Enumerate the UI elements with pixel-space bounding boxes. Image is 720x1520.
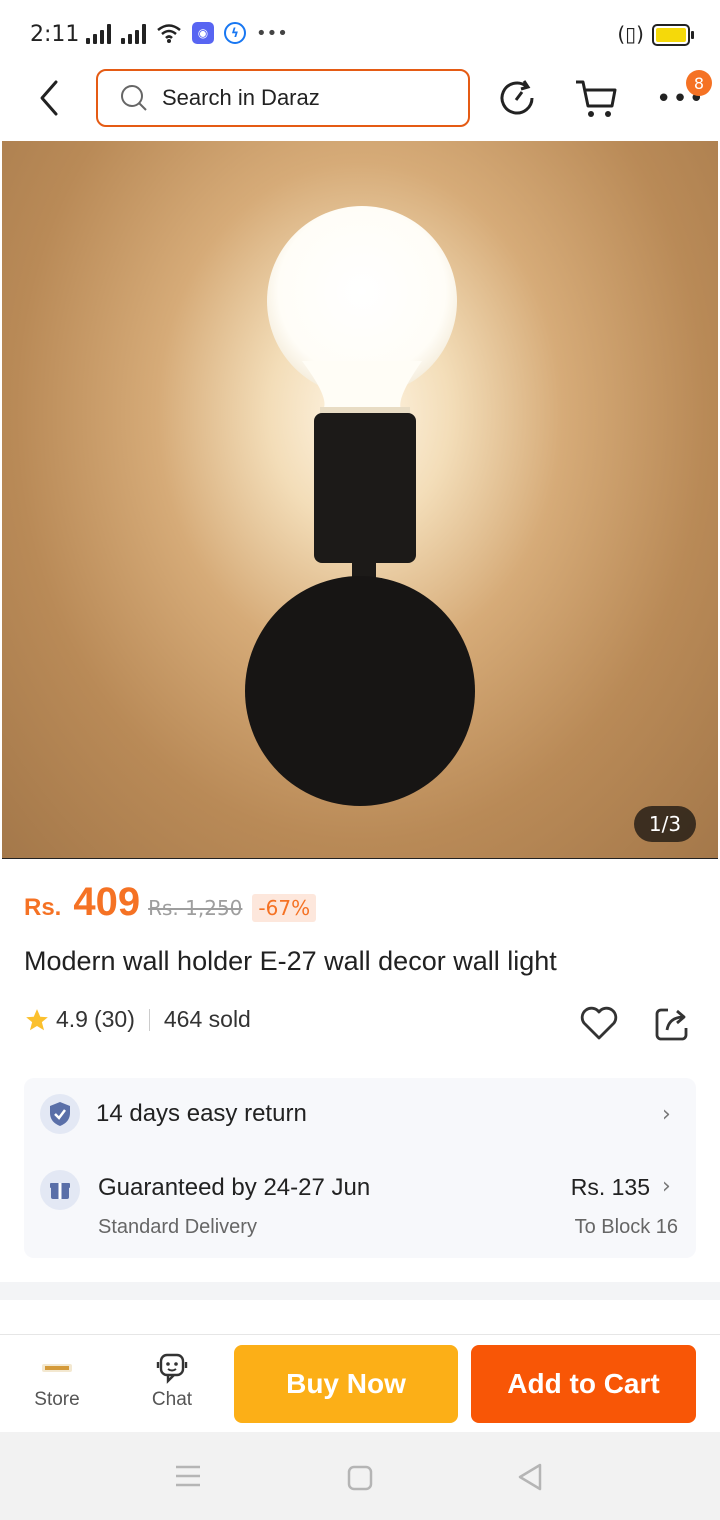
header: Search in Daraz ••• 8 xyxy=(0,64,720,140)
chat-icon xyxy=(132,1351,212,1385)
price-currency: Rs. xyxy=(24,894,62,921)
store-label: Store xyxy=(34,1389,80,1410)
signal-icon xyxy=(86,22,111,44)
search-placeholder: Search in Daraz xyxy=(162,85,320,110)
add-to-cart-button[interactable]: Add to Cart xyxy=(471,1345,696,1423)
history-icon[interactable] xyxy=(496,76,540,120)
cart-badge: 8 xyxy=(686,70,712,96)
more-notifications-icon: ••• xyxy=(256,22,288,44)
store-icon xyxy=(17,1351,97,1385)
discord-icon: ◉ xyxy=(192,22,214,44)
price-row: Rs. 409 Rs. 1,250 -67% xyxy=(24,880,317,925)
chevron-right-icon: › xyxy=(662,1174,671,1199)
status-icons: ◉ ϟ ••• xyxy=(86,22,288,44)
chat-label: Chat xyxy=(151,1389,193,1410)
section-divider xyxy=(0,1282,720,1300)
battery-icon xyxy=(652,24,694,46)
discount-badge: -67% xyxy=(252,894,317,922)
divider xyxy=(148,1008,150,1031)
home-icon[interactable] xyxy=(346,1464,374,1492)
original-price: Rs. 1,250 xyxy=(148,896,243,920)
share-icon[interactable] xyxy=(652,1004,692,1044)
status-time: 2:11 xyxy=(30,22,80,47)
heart-icon[interactable] xyxy=(578,1002,620,1044)
nav-back-icon[interactable] xyxy=(516,1462,544,1492)
rating-value: 4.9 xyxy=(56,1006,88,1032)
menu-icon[interactable] xyxy=(174,1464,202,1488)
system-nav-bar xyxy=(0,1432,720,1520)
messenger-icon: ϟ xyxy=(224,22,246,44)
back-arrow-icon[interactable] xyxy=(30,76,70,120)
gift-icon xyxy=(40,1170,80,1210)
cart-icon[interactable] xyxy=(574,76,618,120)
product-title: Modern wall holder E-27 wall decor wall … xyxy=(24,946,557,976)
delivery-destination: To Block 16 xyxy=(574,1216,678,1238)
price-value: 409 xyxy=(73,880,141,924)
buy-now-button[interactable]: Buy Now xyxy=(234,1345,458,1423)
return-row[interactable]: 14 days easy return › xyxy=(24,1078,696,1152)
search-icon xyxy=(121,85,147,111)
guarantee-text: Guaranteed by 24-27 Jun xyxy=(98,1174,371,1201)
delivery-row[interactable]: Guaranteed by 24-27 Jun Standard Deliver… xyxy=(24,1158,696,1258)
delivery-card: 14 days easy return › Guaranteed by 24-2… xyxy=(24,1078,696,1258)
image-counter: 1/3 xyxy=(634,806,696,842)
wifi-icon xyxy=(157,24,181,43)
return-text: 14 days easy return xyxy=(96,1100,307,1127)
product-image[interactable]: 1/3 xyxy=(2,141,718,859)
star-icon xyxy=(26,1008,48,1030)
store-button[interactable]: Store xyxy=(17,1351,97,1411)
bottom-action-bar: Store Chat Buy Now Add to Cart xyxy=(0,1334,720,1432)
chevron-right-icon: › xyxy=(662,1102,671,1127)
delivery-type: Standard Delivery xyxy=(98,1216,257,1238)
sold-count: 464 sold xyxy=(163,1006,251,1032)
chat-button[interactable]: Chat xyxy=(132,1351,212,1411)
signal-icon xyxy=(121,22,146,44)
more-button[interactable]: ••• 8 xyxy=(650,64,720,140)
wall-lamp-illustration xyxy=(245,206,475,806)
vibrate-icon: (▯) xyxy=(617,22,644,46)
rating-row[interactable]: 4.9 (30) 464 sold xyxy=(24,1006,251,1033)
shield-check-icon xyxy=(40,1094,80,1134)
delivery-fee: Rs. 135 xyxy=(570,1174,650,1200)
search-input[interactable]: Search in Daraz xyxy=(96,69,470,127)
status-bar: 2:11 ◉ ϟ ••• (▯) xyxy=(0,0,720,64)
review-count: (30) xyxy=(93,1006,135,1032)
